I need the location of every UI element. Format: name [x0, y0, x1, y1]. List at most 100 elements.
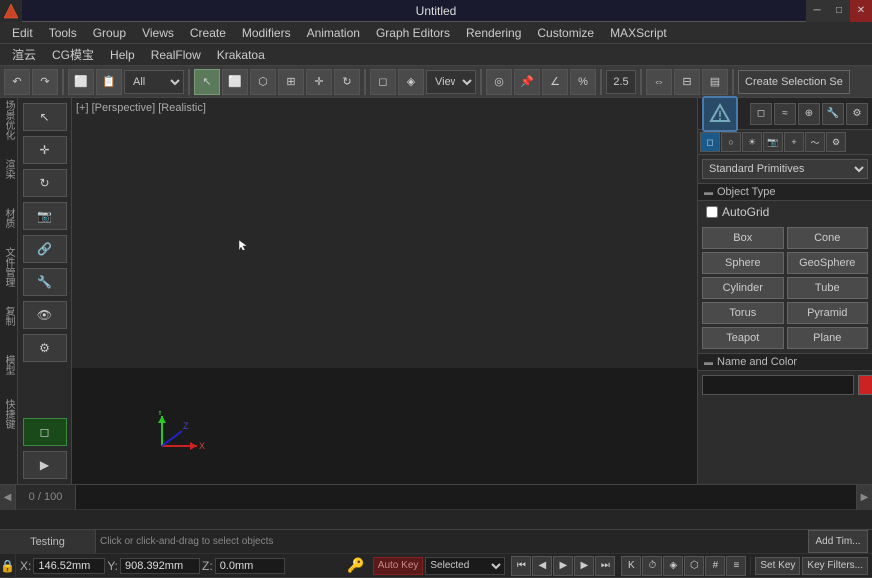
ref-coord-button[interactable]: ◈	[398, 69, 424, 95]
timeline-prev-button[interactable]: ◀	[0, 485, 16, 510]
menu-cgmobao[interactable]: CG模宝	[44, 44, 102, 65]
obj-btn-cone[interactable]: Cone	[787, 227, 869, 249]
add-time-button[interactable]: Add Tim...	[808, 530, 868, 553]
menu-graph-editors[interactable]: Graph Editors	[368, 24, 458, 42]
menu-help[interactable]: Help	[102, 46, 143, 64]
snap-button[interactable]: 📌	[514, 69, 540, 95]
color-swatch[interactable]	[858, 375, 872, 395]
tool-select[interactable]: ↖	[23, 103, 67, 131]
obj-btn-plane[interactable]: Plane	[787, 327, 869, 349]
menu-customize[interactable]: Customize	[529, 24, 602, 42]
rp-cat-lights[interactable]: ☀	[742, 132, 762, 152]
primitives-dropdown[interactable]: Standard Primitives	[702, 159, 868, 179]
select-obj-button[interactable]: ⬜	[68, 69, 94, 95]
tool-display[interactable]: 👁	[23, 301, 67, 329]
menu-tools[interactable]: Tools	[41, 24, 85, 42]
selected-dropdown[interactable]: Selected	[425, 557, 505, 575]
menu-animation[interactable]: Animation	[299, 24, 368, 42]
time-config-button[interactable]: ⏱	[642, 556, 662, 576]
object-type-header[interactable]: ▬ Object Type	[698, 184, 872, 201]
close-button[interactable]: ✕	[850, 0, 872, 22]
rp-cat-systems[interactable]: ⚙	[826, 132, 846, 152]
go-end-button[interactable]: ⏭	[595, 556, 615, 576]
obj-btn-sphere[interactable]: Sphere	[702, 252, 784, 274]
rp-cat-geometry[interactable]: ◻	[700, 132, 720, 152]
obj-btn-tube[interactable]: Tube	[787, 277, 869, 299]
tool-link[interactable]: 🔗	[23, 235, 67, 263]
rp-cat-cameras[interactable]: 📷	[763, 132, 783, 152]
select-region-button[interactable]: ⬜	[222, 69, 248, 95]
rp-cat-spacewarps[interactable]: 〜	[805, 132, 825, 152]
obj-btn-geosphere[interactable]: GeoSphere	[787, 252, 869, 274]
rp-cat-helpers[interactable]: +	[784, 132, 804, 152]
align-button[interactable]: ⊟	[674, 69, 700, 95]
menu-maxscript[interactable]: MAXScript	[602, 24, 675, 42]
name-color-header[interactable]: ▬ Name and Color	[698, 354, 872, 371]
create-mode-icon[interactable]	[702, 96, 738, 132]
prev-frame-button[interactable]: ◀	[532, 556, 552, 576]
scene-explorer-button[interactable]: ≡	[726, 556, 746, 576]
menu-create[interactable]: Create	[182, 24, 234, 42]
zoom-input[interactable]	[606, 70, 636, 94]
lasso-select-button[interactable]: ⬡	[250, 69, 276, 95]
next-frame-button[interactable]: ▶	[574, 556, 594, 576]
rotate-button[interactable]: ↻	[334, 69, 360, 95]
filter-dropdown[interactable]: All	[124, 70, 184, 94]
select-by-name-button[interactable]: 📋	[96, 69, 122, 95]
y-input[interactable]	[120, 558, 200, 574]
scale-button[interactable]: ◻	[370, 69, 396, 95]
name-input[interactable]	[702, 375, 854, 395]
tool-camera[interactable]: 📷	[23, 202, 67, 230]
menu-edit[interactable]: Edit	[4, 24, 41, 42]
tool-utility[interactable]: ⚙	[23, 334, 67, 362]
key-filters-button[interactable]: Key Filters...	[802, 557, 868, 575]
undo-button[interactable]: ↶	[4, 69, 30, 95]
tool-transform[interactable]: ✛	[23, 136, 67, 164]
minimize-button[interactable]: ─	[806, 0, 828, 22]
viewport[interactable]: [+] [Perspective] [Realistic]	[72, 98, 697, 484]
percent-snap-button[interactable]: %	[570, 69, 596, 95]
mirror-button[interactable]: ⇔	[646, 69, 672, 95]
tool-create[interactable]: ◻	[23, 418, 67, 446]
tool-rotate[interactable]: ↻	[23, 169, 67, 197]
set-key-button[interactable]: Set Key	[755, 557, 800, 575]
viewport-clipping-button[interactable]: ⬡	[684, 556, 704, 576]
rp-hierarchy-icon[interactable]: ⊕	[798, 103, 820, 125]
menu-zhuyun[interactable]: 渲云	[4, 44, 44, 65]
go-start-button[interactable]: ⏮	[511, 556, 531, 576]
view-dropdown[interactable]: View	[426, 70, 476, 94]
obj-btn-teapot[interactable]: Teapot	[702, 327, 784, 349]
obj-btn-cylinder[interactable]: Cylinder	[702, 277, 784, 299]
menu-realflow[interactable]: RealFlow	[143, 46, 209, 64]
grid-button[interactable]: #	[705, 556, 725, 576]
obj-btn-box[interactable]: Box	[702, 227, 784, 249]
paint-select-button[interactable]: ⊞	[278, 69, 304, 95]
maximize-button[interactable]: □	[828, 0, 850, 22]
autogrid-checkbox[interactable]	[706, 206, 718, 218]
rp-modifier-icon[interactable]: 🔧	[822, 103, 844, 125]
rp-display-icon[interactable]: ◻	[750, 103, 772, 125]
timeline-next-button[interactable]: ▶	[856, 485, 872, 510]
rp-cat-shapes[interactable]: ○	[721, 132, 741, 152]
timeline-track[interactable]	[76, 485, 856, 509]
rp-utility-icon[interactable]: ⚙	[846, 103, 868, 125]
play-button[interactable]: ▶	[553, 556, 573, 576]
key-mode-button[interactable]: K	[621, 556, 641, 576]
menu-rendering[interactable]: Rendering	[458, 24, 529, 42]
rp-motion-icon[interactable]: ≈	[774, 103, 796, 125]
redo-button[interactable]: ↷	[32, 69, 58, 95]
menu-modifiers[interactable]: Modifiers	[234, 24, 299, 42]
angle-snap-button[interactable]: ∠	[542, 69, 568, 95]
menu-krakatoa[interactable]: Krakatoa	[209, 46, 273, 64]
move-button[interactable]: ✛	[306, 69, 332, 95]
obj-btn-torus[interactable]: Torus	[702, 302, 784, 324]
tool-playback[interactable]: ▶	[23, 451, 67, 479]
auto-key-button[interactable]: Auto Key	[373, 557, 424, 575]
create-selection-button[interactable]: Create Selection Se	[738, 70, 850, 94]
pivot-button[interactable]: ◎	[486, 69, 512, 95]
viewport-area[interactable]: [+] [Perspective] [Realistic]	[72, 98, 697, 484]
menu-group[interactable]: Group	[85, 24, 134, 42]
select-button[interactable]: ↖	[194, 69, 220, 95]
menu-views[interactable]: Views	[134, 24, 182, 42]
tool-hierarchy[interactable]: 🔧	[23, 268, 67, 296]
